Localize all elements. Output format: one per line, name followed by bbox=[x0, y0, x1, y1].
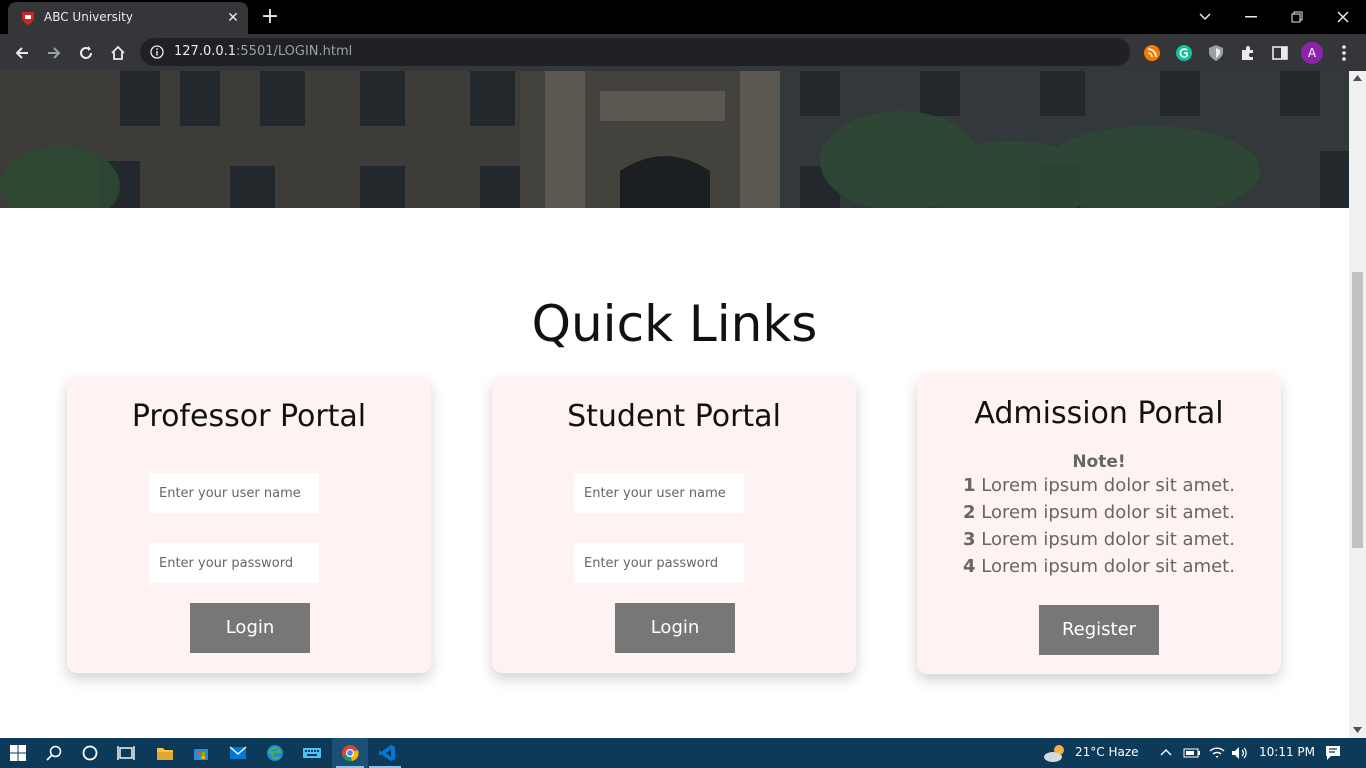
university-crest-icon bbox=[22, 12, 34, 25]
show-hidden-icons-chevron-icon[interactable] bbox=[1160, 748, 1172, 756]
student-portal-card: Student Portal Login bbox=[492, 377, 856, 673]
battery-icon[interactable] bbox=[1183, 747, 1201, 759]
professor-username-input[interactable] bbox=[149, 473, 319, 513]
professor-login-button[interactable]: Login bbox=[190, 603, 310, 653]
quick-links-heading: Quick Links bbox=[531, 295, 818, 353]
shield-extension-icon[interactable] bbox=[1203, 40, 1229, 66]
student-portal-title: Student Portal bbox=[567, 399, 781, 434]
grammarly-icon[interactable] bbox=[1171, 40, 1197, 66]
browser-tab[interactable]: ABC University ✕ bbox=[8, 2, 248, 34]
tab-bar: ABC University ✕ + bbox=[0, 0, 1366, 34]
note-line: 3 Lorem ipsum dolor sit amet. bbox=[963, 529, 1235, 550]
student-password-input[interactable] bbox=[574, 543, 744, 583]
close-window-icon[interactable] bbox=[1320, 0, 1366, 34]
student-login-button[interactable]: Login bbox=[615, 603, 735, 653]
note-line: 1 Lorem ipsum dolor sit amet. bbox=[963, 475, 1235, 496]
microsoft-store-icon[interactable] bbox=[183, 738, 219, 768]
cortana-icon[interactable] bbox=[72, 738, 108, 768]
windows-start-icon[interactable] bbox=[0, 738, 36, 768]
note-heading: Note! bbox=[1072, 452, 1126, 472]
tab-title: ABC University bbox=[44, 10, 133, 24]
keyboard-app-icon[interactable] bbox=[294, 738, 330, 768]
professor-portal-card: Professor Portal Login bbox=[67, 377, 431, 673]
student-username-input[interactable] bbox=[574, 473, 744, 513]
restore-icon[interactable] bbox=[1274, 0, 1320, 34]
admission-portal-title: Admission Portal bbox=[974, 396, 1224, 431]
file-explorer-icon[interactable] bbox=[147, 738, 183, 768]
professor-password-input[interactable] bbox=[149, 543, 319, 583]
volume-icon[interactable] bbox=[1230, 745, 1248, 761]
home-icon[interactable] bbox=[105, 40, 131, 66]
extensions-puzzle-icon[interactable] bbox=[1235, 40, 1261, 66]
new-tab-icon[interactable]: + bbox=[258, 5, 282, 29]
back-icon[interactable] bbox=[9, 40, 35, 66]
task-view-icon[interactable] bbox=[108, 738, 144, 768]
rss-extension-icon[interactable] bbox=[1139, 40, 1165, 66]
hero-banner-image bbox=[0, 71, 1349, 208]
wifi-icon[interactable] bbox=[1208, 745, 1226, 761]
browser-menu-icon[interactable] bbox=[1331, 40, 1357, 66]
professor-portal-title: Professor Portal bbox=[131, 399, 367, 434]
vscode-icon[interactable] bbox=[369, 738, 405, 768]
side-panel-icon[interactable] bbox=[1267, 40, 1293, 66]
admission-portal-card: Admission Portal Note! 1 Lorem ipsum dol… bbox=[917, 374, 1281, 674]
scroll-thumb[interactable] bbox=[1352, 272, 1363, 548]
admission-notes: Note! 1 Lorem ipsum dolor sit amet. 2 Lo… bbox=[917, 452, 1281, 580]
notifications-icon[interactable] bbox=[1325, 745, 1341, 761]
scroll-up-icon[interactable] bbox=[1353, 75, 1362, 81]
weather-haze-icon[interactable] bbox=[1043, 742, 1067, 764]
register-button[interactable]: Register bbox=[1039, 605, 1159, 655]
address-bar[interactable]: 127.0.0.1:5501/LOGIN.html bbox=[140, 38, 1130, 66]
scroll-down-icon[interactable] bbox=[1353, 727, 1362, 733]
clock-time[interactable]: 10:11 PM bbox=[1259, 745, 1315, 759]
university-building-image bbox=[0, 71, 1349, 208]
minimize-icon[interactable] bbox=[1228, 0, 1274, 34]
profile-avatar[interactable]: A bbox=[1299, 40, 1325, 66]
forward-icon[interactable] bbox=[41, 40, 67, 66]
note-line: 4 Lorem ipsum dolor sit amet. bbox=[963, 556, 1235, 577]
windows-taskbar: 21°C Haze 10:11 PM bbox=[0, 738, 1366, 768]
site-info-icon[interactable] bbox=[150, 45, 164, 59]
edge-browser-icon[interactable] bbox=[257, 738, 293, 768]
chrome-taskbar-icon[interactable] bbox=[332, 738, 368, 768]
weather-text[interactable]: 21°C Haze bbox=[1075, 745, 1139, 759]
page-viewport: Quick Links Professor Portal Login Stude… bbox=[0, 71, 1349, 738]
mail-icon[interactable] bbox=[220, 738, 256, 768]
search-icon[interactable] bbox=[36, 738, 72, 768]
page-scrollbar[interactable] bbox=[1349, 71, 1366, 738]
tab-close-icon[interactable]: ✕ bbox=[224, 9, 242, 27]
note-line: 2 Lorem ipsum dolor sit amet. bbox=[963, 502, 1235, 523]
reload-icon[interactable] bbox=[73, 40, 99, 66]
url-text: 127.0.0.1:5501/LOGIN.html bbox=[174, 44, 353, 59]
tab-search-icon[interactable] bbox=[1182, 0, 1228, 34]
